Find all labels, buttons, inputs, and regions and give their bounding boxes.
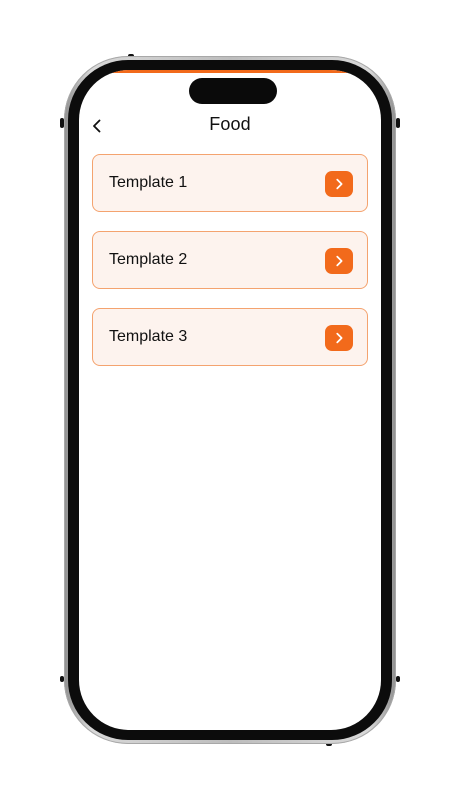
template-label: Template 1 bbox=[109, 174, 188, 191]
app-header: Food bbox=[79, 110, 381, 146]
template-item-2[interactable]: Template 2 bbox=[92, 231, 368, 289]
device-stage: Food Template 1 Template 2 Template 3 bbox=[0, 0, 460, 800]
template-list: Template 1 Template 2 Template 3 bbox=[92, 154, 368, 385]
chevron-right-icon bbox=[332, 331, 346, 345]
template-label: Template 2 bbox=[109, 251, 188, 268]
chevron-right-icon bbox=[332, 254, 346, 268]
phone-bezel: Food Template 1 Template 2 Template 3 bbox=[68, 60, 392, 740]
page-title: Food bbox=[209, 114, 251, 134]
template-label: Template 3 bbox=[109, 328, 188, 345]
dynamic-island bbox=[189, 78, 277, 104]
open-template-3-button[interactable] bbox=[325, 325, 353, 351]
open-template-2-button[interactable] bbox=[325, 248, 353, 274]
side-button-right bbox=[396, 118, 400, 128]
template-item-3[interactable]: Template 3 bbox=[92, 308, 368, 366]
status-accent-line bbox=[79, 70, 381, 73]
phone-screen: Food Template 1 Template 2 Template 3 bbox=[79, 70, 381, 730]
phone-frame: Food Template 1 Template 2 Template 3 bbox=[64, 56, 396, 744]
open-template-1-button[interactable] bbox=[325, 171, 353, 197]
template-item-1[interactable]: Template 1 bbox=[92, 154, 368, 212]
chevron-right-icon bbox=[332, 177, 346, 191]
side-button-right-lower bbox=[396, 676, 400, 682]
